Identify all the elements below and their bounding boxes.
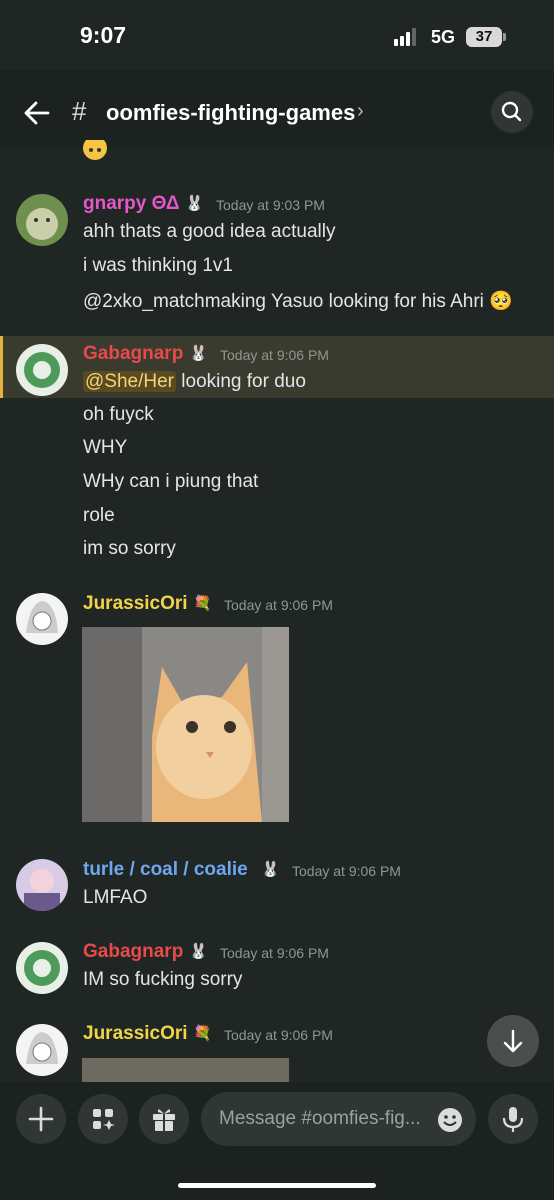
author-name[interactable]: gnarpy ΘΔ — [83, 193, 180, 215]
mention-bar — [0, 336, 3, 398]
timestamp: Today at 9:06 PM — [220, 347, 329, 363]
scroll-to-bottom-button[interactable] — [487, 1015, 539, 1067]
avatar[interactable] — [16, 859, 68, 911]
flower-badge-icon: 💐 — [193, 595, 212, 612]
battery-icon: 37 — [466, 27, 502, 47]
emoji-icon — [83, 140, 107, 160]
emoji-picker-icon[interactable] — [436, 1106, 464, 1134]
avatar[interactable] — [16, 593, 68, 645]
voice-message-button[interactable] — [488, 1094, 538, 1144]
attachment-image[interactable] — [82, 627, 289, 822]
message-text: im so sorry — [83, 538, 176, 559]
user-mention[interactable]: @She/Her — [83, 371, 176, 392]
author-name[interactable]: turle / coal / coalie — [83, 859, 248, 881]
message-text: ahh thats a good idea actually — [83, 221, 336, 242]
avatar[interactable] — [16, 942, 68, 994]
battery-tip — [503, 33, 506, 41]
network-type: 5G — [431, 27, 456, 47]
avatar[interactable] — [16, 1024, 68, 1076]
microphone-icon — [502, 1107, 524, 1132]
author-name[interactable]: Gabagnarp — [83, 941, 183, 963]
message-text: i was thinking 1v1 — [83, 255, 233, 276]
author-name[interactable]: JurassicOri — [83, 1023, 188, 1045]
bunny-badge-icon: 🐰 — [185, 195, 204, 212]
message-text: IM so fucking sorry — [83, 969, 243, 990]
channel-hash-icon: # — [72, 96, 87, 126]
message-text: WHy can i piung that — [83, 471, 259, 492]
search-icon — [501, 101, 522, 122]
timestamp: Today at 9:03 PM — [216, 197, 325, 213]
gift-icon — [153, 1109, 175, 1131]
author-name[interactable]: Gabagnarp — [83, 343, 183, 365]
home-indicator — [178, 1183, 376, 1188]
status-time: 9:07 — [80, 22, 127, 48]
message-text: WHY — [83, 437, 128, 458]
timestamp: Today at 9:06 PM — [224, 1027, 333, 1043]
message-text-rest: looking for duo — [176, 371, 306, 392]
attachment-image[interactable] — [82, 1058, 289, 1082]
avatar[interactable] — [16, 194, 68, 246]
bunny-badge-icon: 🐰 — [189, 345, 208, 362]
arrow-down-icon — [503, 1029, 523, 1053]
search-button[interactable] — [491, 91, 533, 133]
message-text: LMFAO — [83, 887, 148, 908]
signal-icon — [394, 28, 420, 46]
message-text: role — [83, 505, 115, 526]
flower-badge-icon: 💐 — [193, 1025, 212, 1042]
message-text: oh fuyck — [83, 404, 154, 425]
channel-name[interactable]: oomfies-fighting-games — [106, 100, 355, 126]
timestamp: Today at 9:06 PM — [224, 597, 333, 613]
bunny-badge-icon: 🐰 — [189, 943, 208, 960]
apps-button[interactable] — [78, 1094, 128, 1144]
message-input-placeholder[interactable]: Message #oomfies-fig... — [219, 1108, 421, 1130]
message-text: @2xko_matchmaking Yasuo looking for his … — [83, 291, 513, 312]
apps-icon — [93, 1109, 115, 1130]
add-button[interactable] — [16, 1094, 66, 1144]
avatar[interactable] — [16, 344, 68, 396]
gift-button[interactable] — [139, 1094, 189, 1144]
back-arrow-icon[interactable] — [22, 98, 52, 128]
timestamp: Today at 9:06 PM — [292, 863, 401, 879]
plus-icon — [28, 1106, 54, 1132]
bunny-badge-icon: 🐰 — [261, 861, 280, 878]
message-text: @She/Her looking for duo — [83, 371, 306, 393]
chevron-right-icon[interactable]: › — [357, 100, 364, 123]
timestamp: Today at 9:06 PM — [220, 945, 329, 961]
author-name[interactable]: JurassicOri — [83, 593, 188, 615]
